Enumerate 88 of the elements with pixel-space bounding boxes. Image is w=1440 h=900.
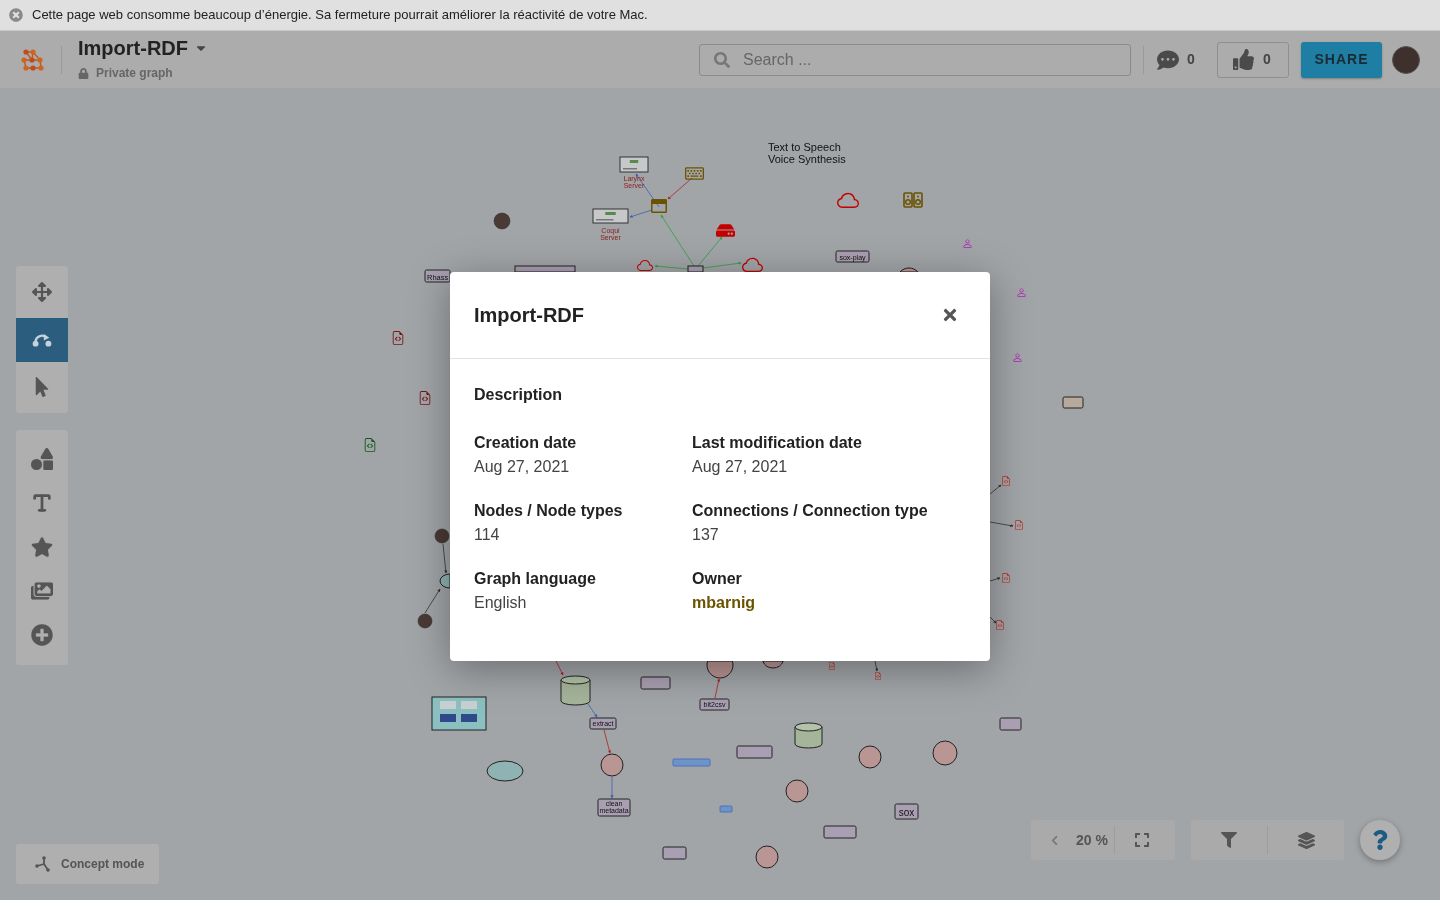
code-file-icon (875, 672, 881, 680)
help-button[interactable] (1360, 820, 1400, 860)
rectangle-node (662, 846, 687, 860)
screenshot-thumbnail-drawing (619, 156, 649, 173)
cloud-icon (837, 192, 859, 208)
avatar (417, 613, 433, 629)
field-value: Aug 27, 2021 (692, 457, 789, 477)
flat-rectangle-node (672, 758, 711, 767)
code-file-icon (829, 662, 835, 670)
cloud-icon (637, 260, 653, 271)
layers-icon (1297, 831, 1315, 849)
user-avatar[interactable] (1392, 45, 1420, 74)
code-file-icon (1002, 573, 1010, 583)
cylinder-node (794, 722, 823, 749)
person-icon (1013, 353, 1022, 362)
code-file-icon (392, 331, 404, 345)
field-label: Last modification date (692, 433, 863, 453)
field-value: 114 (474, 525, 501, 545)
share-button[interactable]: SHARE (1301, 41, 1382, 78)
graph-title[interactable]: Import-RDF (78, 36, 188, 60)
rectangle-node: sox (894, 803, 919, 820)
keyboard-icon (685, 167, 704, 180)
star-icon (31, 536, 53, 558)
description-label: Description (474, 385, 563, 405)
curved-arrow-icon (31, 332, 53, 347)
field-label: Owner (692, 569, 743, 589)
circle-node (600, 753, 624, 777)
cloud-icon (742, 257, 763, 273)
screenshot-thumbnail-drawing (592, 208, 629, 224)
field-value: 137 (692, 525, 720, 545)
zoom-level: 20 % (1076, 830, 1108, 850)
code-file-icon (364, 438, 376, 452)
circle-node (858, 745, 882, 769)
rectangle-node (736, 745, 773, 759)
search-field[interactable]: Search ... (699, 43, 1131, 76)
search-icon (714, 51, 730, 68)
avatar (434, 528, 450, 544)
move-arrows-icon (32, 281, 52, 302)
ellipse-node (486, 760, 524, 782)
hard-drive-icon (716, 224, 735, 237)
branching-nodes-icon (35, 856, 51, 872)
banner-message: Cette page web consomme beaucoup d’énergie. Sa fermeture pourrait améliorer la réactivité de votre Mac. (32, 6, 648, 25)
diagram-thumbnail-drawing (431, 696, 487, 731)
images-icon (31, 580, 53, 602)
like-button[interactable]: 0 (1217, 41, 1289, 78)
circle-node (785, 779, 809, 803)
field-value: English (474, 593, 528, 613)
rectangle-node (999, 717, 1022, 731)
close-icon (941, 306, 959, 324)
visibility-label: Private graph (96, 65, 173, 81)
rectangle-node (1062, 396, 1084, 409)
field-label: Nodes / Node types (474, 501, 624, 521)
rectangle-node (514, 265, 576, 273)
dialog-title: Import-RDF (474, 303, 584, 328)
comments-count: 0 (1187, 50, 1195, 69)
close-icon[interactable] (9, 8, 23, 22)
thumbs-up-icon (1233, 49, 1254, 70)
hub-node (687, 265, 704, 273)
filter-icon (1221, 832, 1237, 848)
text-icon (31, 492, 53, 514)
field-value: Aug 27, 2021 (474, 457, 571, 477)
circle-node (932, 740, 958, 766)
flat-rectangle-node (719, 805, 733, 813)
speakers-icon (904, 193, 922, 207)
code-file-icon (1015, 520, 1023, 530)
person-icon (963, 239, 972, 248)
concept-mode-button[interactable]: Concept mode (16, 844, 159, 884)
field-label: Connections / Connection type (692, 501, 929, 521)
node-label: Text to Speech Voice Synthesis (768, 141, 846, 165)
rectangle-node (640, 676, 671, 690)
field-label: Graph language (474, 569, 597, 589)
owner-link[interactable]: mbarnig (692, 591, 756, 615)
code-file-icon (996, 620, 1004, 630)
person-icon (1017, 288, 1026, 297)
rectangle-node (823, 825, 857, 839)
browser-window-icon (651, 199, 667, 213)
connect-tool[interactable] (16, 317, 68, 362)
app-logo[interactable] (20, 47, 44, 72)
lock-icon (78, 67, 89, 79)
field-label: Creation date (474, 433, 578, 453)
avatar (493, 212, 511, 230)
fullscreen-icon (1133, 832, 1150, 848)
code-file-icon (1002, 476, 1010, 486)
cylinder-node (560, 675, 591, 706)
code-file-icon (419, 391, 431, 405)
comments-icon[interactable] (1157, 48, 1179, 71)
circle-node (755, 845, 779, 869)
shapes-icon (31, 448, 53, 470)
